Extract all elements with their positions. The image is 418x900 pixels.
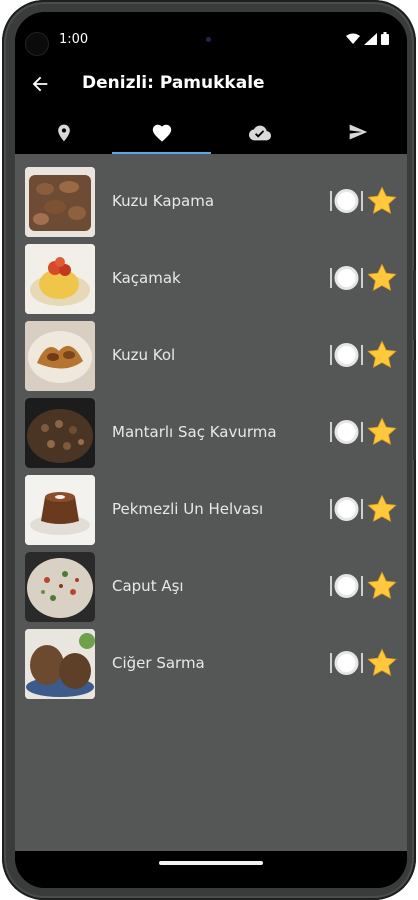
volume-button (413, 360, 416, 460)
star-icon[interactable] (365, 339, 399, 371)
cornmeal-dish-photo (25, 244, 95, 314)
wifi-icon (346, 33, 360, 44)
recipe-name: Kuzu Kol (112, 346, 176, 364)
status-time: 1:00 (59, 32, 89, 47)
list-item[interactable]: Caput Aşı (15, 550, 407, 626)
list-item[interactable]: Mantarlı Saç Kavurma (15, 396, 407, 472)
caput-asi-photo (25, 552, 95, 622)
gesture-bar (15, 851, 407, 888)
power-button (413, 270, 416, 340)
plate-cutlery-icon[interactable] (330, 495, 364, 523)
system-icons (346, 32, 389, 45)
plate-cutlery-icon[interactable] (330, 418, 364, 446)
recipe-name: Kaçamak (112, 269, 181, 287)
send-icon (349, 124, 368, 140)
tab-bar (15, 116, 407, 154)
page-title: Denizli: Pamukkale (82, 73, 265, 93)
recipe-name: Kuzu Kapama (112, 192, 215, 210)
plate-cutlery-icon[interactable] (330, 649, 364, 677)
recipe-list: Kuzu Kapama Kaçamak Kuzu Kol Mantarlı Sa… (15, 154, 407, 851)
star-icon[interactable] (365, 262, 399, 294)
tab-favorites[interactable] (113, 116, 211, 154)
star-icon[interactable] (365, 493, 399, 525)
recipe-name: Mantarlı Saç Kavurma (112, 423, 277, 441)
plate-cutlery-icon[interactable] (330, 572, 364, 600)
status-bar: 1:00 (15, 12, 407, 64)
star-icon[interactable] (365, 185, 399, 217)
arrow-left-icon[interactable] (29, 73, 51, 95)
app-bar: Denizli: Pamukkale (15, 64, 407, 154)
mushroom-saute-photo (25, 398, 95, 468)
lamb-shoulder-photo (25, 321, 95, 391)
list-item[interactable]: Kaçamak (15, 242, 407, 318)
heart-icon (152, 124, 172, 142)
list-item[interactable]: Kuzu Kapama (15, 165, 407, 241)
location-pin-icon (58, 124, 70, 142)
cloud-check-icon (249, 125, 271, 141)
list-item[interactable]: Pekmezli Un Helvası (15, 473, 407, 549)
star-icon[interactable] (365, 647, 399, 679)
lamb-stew-photo (25, 167, 95, 237)
screen: 1:00 Denizli: Pamukkale Kuzu Kapama Kaça… (15, 12, 407, 888)
star-icon[interactable] (365, 570, 399, 602)
tab-downloaded[interactable] (211, 116, 309, 154)
recipe-name: Ciğer Sarma (112, 654, 205, 672)
plate-cutlery-icon[interactable] (330, 187, 364, 215)
list-item[interactable]: Ciğer Sarma (15, 627, 407, 703)
recipe-name: Pekmezli Un Helvası (112, 500, 264, 518)
sensor-dot (206, 37, 211, 42)
signal-icon (364, 32, 377, 45)
phone-frame: 1:00 Denizli: Pamukkale Kuzu Kapama Kaça… (2, 0, 416, 900)
liver-wrap-photo (25, 629, 95, 699)
star-icon[interactable] (365, 416, 399, 448)
battery-icon (381, 32, 389, 45)
tab-location[interactable] (15, 116, 113, 154)
recipe-name: Caput Aşı (112, 577, 184, 595)
plate-cutlery-icon[interactable] (330, 341, 364, 369)
home-handle[interactable] (159, 861, 263, 865)
tab-send[interactable] (309, 116, 407, 154)
front-camera (25, 32, 49, 56)
molasses-halva-photo (25, 475, 95, 545)
list-item[interactable]: Kuzu Kol (15, 319, 407, 395)
plate-cutlery-icon[interactable] (330, 264, 364, 292)
